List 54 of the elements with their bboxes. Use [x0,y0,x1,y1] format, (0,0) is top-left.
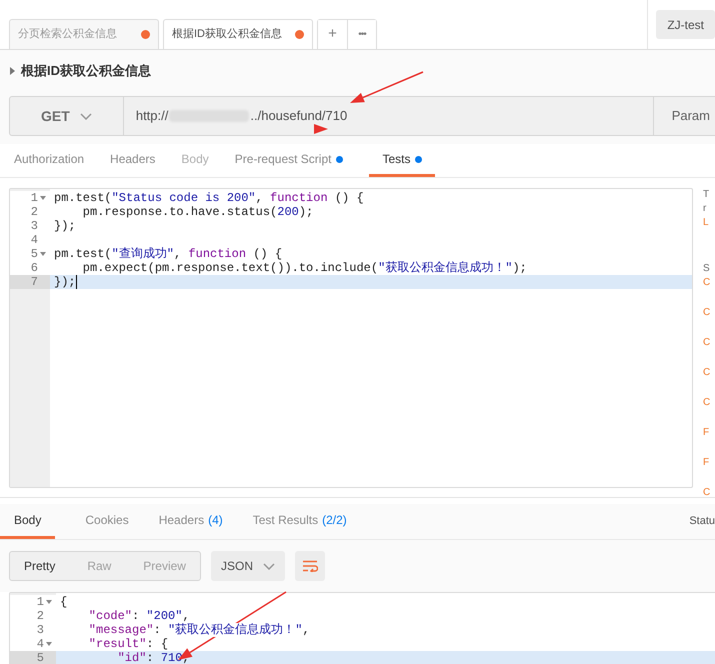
line-number: 3 [36,623,44,637]
code-editor[interactable]: 1 { 2 "code": "200", 3 "message": "获取公积金信息成功！", 4 "result": { 5 "id": 710, [9,592,715,664]
expand-arrow-icon [10,67,15,75]
request-name: 根据ID获取公积金信息 [21,62,151,80]
snippet-text: T [703,190,710,200]
wrap-lines-button[interactable] [295,551,326,581]
code-line: "id": 710, [116,651,190,664]
snippet-text: S [703,264,710,274]
status-label: Statu [689,514,715,530]
request-subtab[interactable]: Tests [369,144,436,177]
snippet-link[interactable]: C [703,368,710,378]
code-editor[interactable]: 1 pm.test("Status code is 200", function () { 2 pm.response.to.have.status(200); 3 }); 4 5 pm.test("查询成功", function () { 6 pm.expect(pm.response.text()).to.include("获取公积金信息成功！"); 7 }); [9,188,693,488]
line-number: 4 [36,637,44,651]
snippet-link[interactable]: C [703,308,710,318]
snippet-link[interactable]: C [703,488,710,498]
response-tab[interactable]: Cookies [85,504,129,539]
snippet-link[interactable]: C [703,398,710,408]
request-subtab[interactable]: Headers [110,144,156,177]
code-line: }); [53,275,76,289]
request-tab[interactable]: 根据ID获取公积金信息 [163,19,313,49]
line-number: 5 [30,247,38,261]
params-button[interactable]: Param [654,97,715,135]
snippet-text: r [703,204,708,214]
line-number: 7 [30,275,38,289]
line-number: 1 [36,595,44,609]
line-number: 5 [36,651,44,664]
chevron-icon [263,562,276,570]
format-dropdown[interactable]: JSON [211,551,286,581]
line-number: 2 [36,609,44,623]
response-tab[interactable]: Headers (4) [158,504,223,539]
annotation-arrow [314,124,328,134]
wrap-lines-icon [302,560,318,572]
line-number: 4 [30,233,38,247]
snippet-link[interactable]: F [703,428,710,438]
request-tab[interactable]: 分页检索公积金信息 [9,19,159,49]
method-dropdown[interactable]: GET [10,97,124,135]
new-tab-button[interactable]: + [318,20,348,49]
snippet-link[interactable]: C [703,278,710,288]
line-number: 6 [30,261,38,275]
snippet-link[interactable]: L [703,218,710,228]
response-tab[interactable]: Test Results (2/2) [252,504,347,539]
snippet-link[interactable]: C [703,338,710,348]
chevron-icon [80,112,92,120]
view-mode-button[interactable]: Pretty [16,552,64,580]
text-cursor [76,275,77,289]
line-number: 1 [30,191,38,205]
line-number: 2 [30,205,38,219]
view-mode-button[interactable]: Preview [135,552,194,580]
line-number: 3 [30,219,38,233]
environment-button[interactable]: ZJ-test [656,10,715,39]
snippet-link[interactable]: F [703,458,710,468]
request-subtab[interactable]: Authorization [14,144,84,177]
request-subtab[interactable]: Pre-request Script [234,144,344,177]
view-mode-button[interactable]: Raw [79,552,120,580]
